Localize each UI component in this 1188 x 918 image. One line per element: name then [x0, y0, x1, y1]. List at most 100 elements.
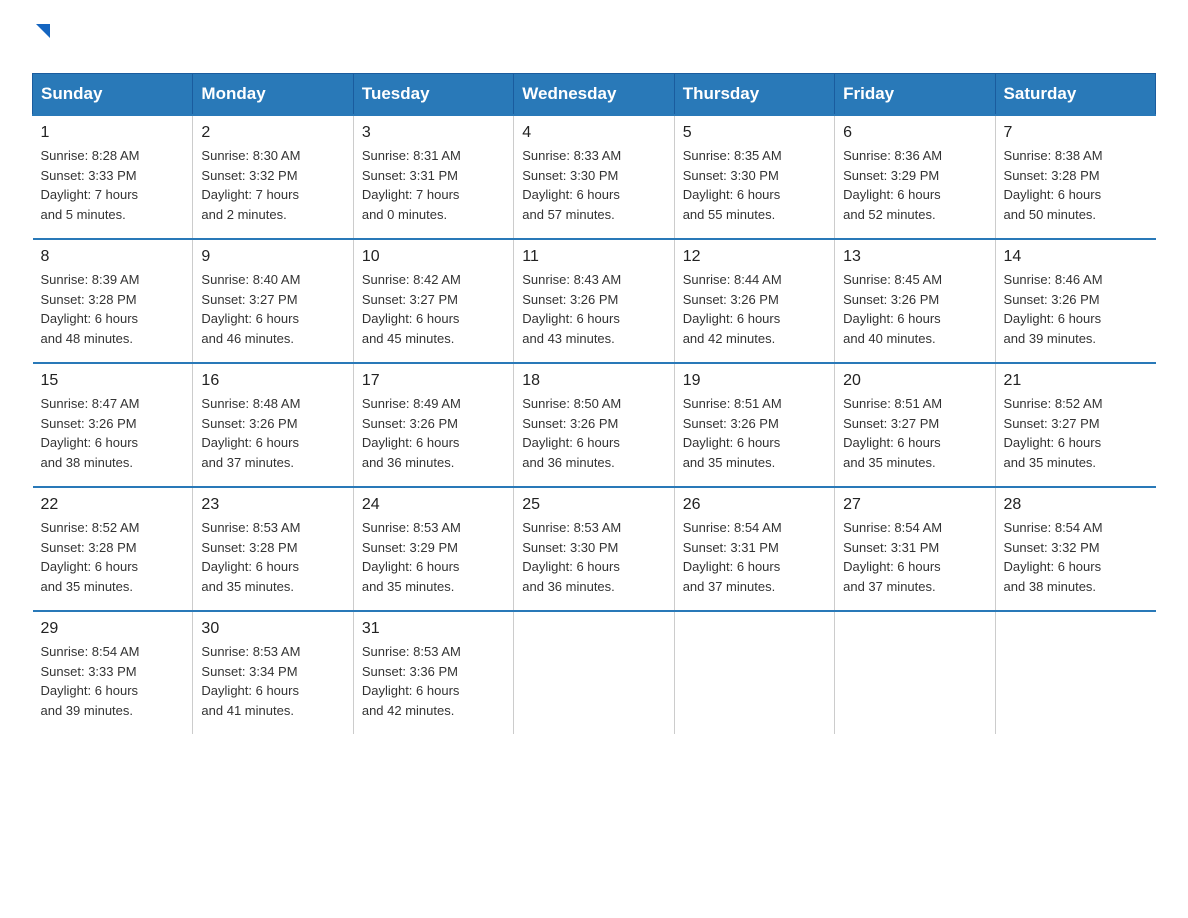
calendar-cell: 23 Sunrise: 8:53 AM Sunset: 3:28 PM Dayl… — [193, 487, 353, 611]
col-header-tuesday: Tuesday — [353, 74, 513, 116]
day-info: Sunrise: 8:51 AM Sunset: 3:27 PM Dayligh… — [843, 394, 986, 472]
calendar-cell: 22 Sunrise: 8:52 AM Sunset: 3:28 PM Dayl… — [33, 487, 193, 611]
logo-arrow-icon — [32, 20, 54, 42]
calendar-cell: 8 Sunrise: 8:39 AM Sunset: 3:28 PM Dayli… — [33, 239, 193, 363]
col-header-saturday: Saturday — [995, 74, 1155, 116]
calendar-cell: 25 Sunrise: 8:53 AM Sunset: 3:30 PM Dayl… — [514, 487, 674, 611]
day-info: Sunrise: 8:48 AM Sunset: 3:26 PM Dayligh… — [201, 394, 344, 472]
calendar-cell: 11 Sunrise: 8:43 AM Sunset: 3:26 PM Dayl… — [514, 239, 674, 363]
calendar-cell: 30 Sunrise: 8:53 AM Sunset: 3:34 PM Dayl… — [193, 611, 353, 734]
calendar-cell: 16 Sunrise: 8:48 AM Sunset: 3:26 PM Dayl… — [193, 363, 353, 487]
calendar-cell: 19 Sunrise: 8:51 AM Sunset: 3:26 PM Dayl… — [674, 363, 834, 487]
calendar-cell: 29 Sunrise: 8:54 AM Sunset: 3:33 PM Dayl… — [33, 611, 193, 734]
day-info: Sunrise: 8:35 AM Sunset: 3:30 PM Dayligh… — [683, 146, 826, 224]
calendar-cell: 6 Sunrise: 8:36 AM Sunset: 3:29 PM Dayli… — [835, 115, 995, 239]
day-info: Sunrise: 8:54 AM Sunset: 3:31 PM Dayligh… — [683, 518, 826, 596]
day-info: Sunrise: 8:49 AM Sunset: 3:26 PM Dayligh… — [362, 394, 505, 472]
col-header-friday: Friday — [835, 74, 995, 116]
day-number: 13 — [843, 248, 986, 266]
calendar-cell — [835, 611, 995, 734]
calendar-week-row: 1 Sunrise: 8:28 AM Sunset: 3:33 PM Dayli… — [33, 115, 1156, 239]
day-info: Sunrise: 8:53 AM Sunset: 3:36 PM Dayligh… — [362, 642, 505, 720]
day-number: 28 — [1004, 496, 1148, 514]
day-info: Sunrise: 8:54 AM Sunset: 3:31 PM Dayligh… — [843, 518, 986, 596]
day-info: Sunrise: 8:39 AM Sunset: 3:28 PM Dayligh… — [41, 270, 185, 348]
day-number: 29 — [41, 620, 185, 638]
day-number: 18 — [522, 372, 665, 390]
col-header-sunday: Sunday — [33, 74, 193, 116]
day-info: Sunrise: 8:54 AM Sunset: 3:32 PM Dayligh… — [1004, 518, 1148, 596]
day-number: 23 — [201, 496, 344, 514]
calendar-cell: 17 Sunrise: 8:49 AM Sunset: 3:26 PM Dayl… — [353, 363, 513, 487]
day-info: Sunrise: 8:42 AM Sunset: 3:27 PM Dayligh… — [362, 270, 505, 348]
calendar-cell: 27 Sunrise: 8:54 AM Sunset: 3:31 PM Dayl… — [835, 487, 995, 611]
day-number: 17 — [362, 372, 505, 390]
logo — [32, 24, 54, 53]
calendar-cell: 14 Sunrise: 8:46 AM Sunset: 3:26 PM Dayl… — [995, 239, 1155, 363]
day-number: 30 — [201, 620, 344, 638]
page-header — [32, 24, 1156, 53]
day-number: 14 — [1004, 248, 1148, 266]
day-number: 1 — [41, 124, 185, 142]
calendar-week-row: 29 Sunrise: 8:54 AM Sunset: 3:33 PM Dayl… — [33, 611, 1156, 734]
calendar-cell: 4 Sunrise: 8:33 AM Sunset: 3:30 PM Dayli… — [514, 115, 674, 239]
day-info: Sunrise: 8:46 AM Sunset: 3:26 PM Dayligh… — [1004, 270, 1148, 348]
calendar-cell: 31 Sunrise: 8:53 AM Sunset: 3:36 PM Dayl… — [353, 611, 513, 734]
day-number: 27 — [843, 496, 986, 514]
calendar-cell: 20 Sunrise: 8:51 AM Sunset: 3:27 PM Dayl… — [835, 363, 995, 487]
calendar-cell: 9 Sunrise: 8:40 AM Sunset: 3:27 PM Dayli… — [193, 239, 353, 363]
day-number: 10 — [362, 248, 505, 266]
day-number: 8 — [41, 248, 185, 266]
day-info: Sunrise: 8:38 AM Sunset: 3:28 PM Dayligh… — [1004, 146, 1148, 224]
calendar-cell: 24 Sunrise: 8:53 AM Sunset: 3:29 PM Dayl… — [353, 487, 513, 611]
day-number: 31 — [362, 620, 505, 638]
day-info: Sunrise: 8:30 AM Sunset: 3:32 PM Dayligh… — [201, 146, 344, 224]
day-number: 7 — [1004, 124, 1148, 142]
day-number: 20 — [843, 372, 986, 390]
calendar-cell: 1 Sunrise: 8:28 AM Sunset: 3:33 PM Dayli… — [33, 115, 193, 239]
day-info: Sunrise: 8:50 AM Sunset: 3:26 PM Dayligh… — [522, 394, 665, 472]
day-info: Sunrise: 8:40 AM Sunset: 3:27 PM Dayligh… — [201, 270, 344, 348]
day-number: 5 — [683, 124, 826, 142]
calendar-cell: 15 Sunrise: 8:47 AM Sunset: 3:26 PM Dayl… — [33, 363, 193, 487]
day-info: Sunrise: 8:53 AM Sunset: 3:30 PM Dayligh… — [522, 518, 665, 596]
calendar-cell — [995, 611, 1155, 734]
day-info: Sunrise: 8:45 AM Sunset: 3:26 PM Dayligh… — [843, 270, 986, 348]
calendar-week-row: 22 Sunrise: 8:52 AM Sunset: 3:28 PM Dayl… — [33, 487, 1156, 611]
day-info: Sunrise: 8:33 AM Sunset: 3:30 PM Dayligh… — [522, 146, 665, 224]
day-info: Sunrise: 8:53 AM Sunset: 3:34 PM Dayligh… — [201, 642, 344, 720]
calendar-cell — [514, 611, 674, 734]
calendar-cell: 5 Sunrise: 8:35 AM Sunset: 3:30 PM Dayli… — [674, 115, 834, 239]
day-number: 26 — [683, 496, 826, 514]
col-header-wednesday: Wednesday — [514, 74, 674, 116]
day-info: Sunrise: 8:54 AM Sunset: 3:33 PM Dayligh… — [41, 642, 185, 720]
day-number: 6 — [843, 124, 986, 142]
day-number: 2 — [201, 124, 344, 142]
calendar-week-row: 8 Sunrise: 8:39 AM Sunset: 3:28 PM Dayli… — [33, 239, 1156, 363]
calendar-cell: 3 Sunrise: 8:31 AM Sunset: 3:31 PM Dayli… — [353, 115, 513, 239]
day-info: Sunrise: 8:51 AM Sunset: 3:26 PM Dayligh… — [683, 394, 826, 472]
day-number: 12 — [683, 248, 826, 266]
calendar-cell: 26 Sunrise: 8:54 AM Sunset: 3:31 PM Dayl… — [674, 487, 834, 611]
calendar-cell: 10 Sunrise: 8:42 AM Sunset: 3:27 PM Dayl… — [353, 239, 513, 363]
day-number: 22 — [41, 496, 185, 514]
day-info: Sunrise: 8:47 AM Sunset: 3:26 PM Dayligh… — [41, 394, 185, 472]
calendar-table: SundayMondayTuesdayWednesdayThursdayFrid… — [32, 73, 1156, 734]
day-info: Sunrise: 8:44 AM Sunset: 3:26 PM Dayligh… — [683, 270, 826, 348]
calendar-cell: 2 Sunrise: 8:30 AM Sunset: 3:32 PM Dayli… — [193, 115, 353, 239]
day-number: 9 — [201, 248, 344, 266]
calendar-cell — [674, 611, 834, 734]
day-number: 24 — [362, 496, 505, 514]
col-header-thursday: Thursday — [674, 74, 834, 116]
calendar-header-row: SundayMondayTuesdayWednesdayThursdayFrid… — [33, 74, 1156, 116]
day-number: 25 — [522, 496, 665, 514]
calendar-week-row: 15 Sunrise: 8:47 AM Sunset: 3:26 PM Dayl… — [33, 363, 1156, 487]
day-number: 4 — [522, 124, 665, 142]
calendar-cell: 28 Sunrise: 8:54 AM Sunset: 3:32 PM Dayl… — [995, 487, 1155, 611]
day-number: 3 — [362, 124, 505, 142]
day-info: Sunrise: 8:53 AM Sunset: 3:28 PM Dayligh… — [201, 518, 344, 596]
calendar-cell: 12 Sunrise: 8:44 AM Sunset: 3:26 PM Dayl… — [674, 239, 834, 363]
calendar-cell: 21 Sunrise: 8:52 AM Sunset: 3:27 PM Dayl… — [995, 363, 1155, 487]
day-info: Sunrise: 8:36 AM Sunset: 3:29 PM Dayligh… — [843, 146, 986, 224]
day-info: Sunrise: 8:53 AM Sunset: 3:29 PM Dayligh… — [362, 518, 505, 596]
